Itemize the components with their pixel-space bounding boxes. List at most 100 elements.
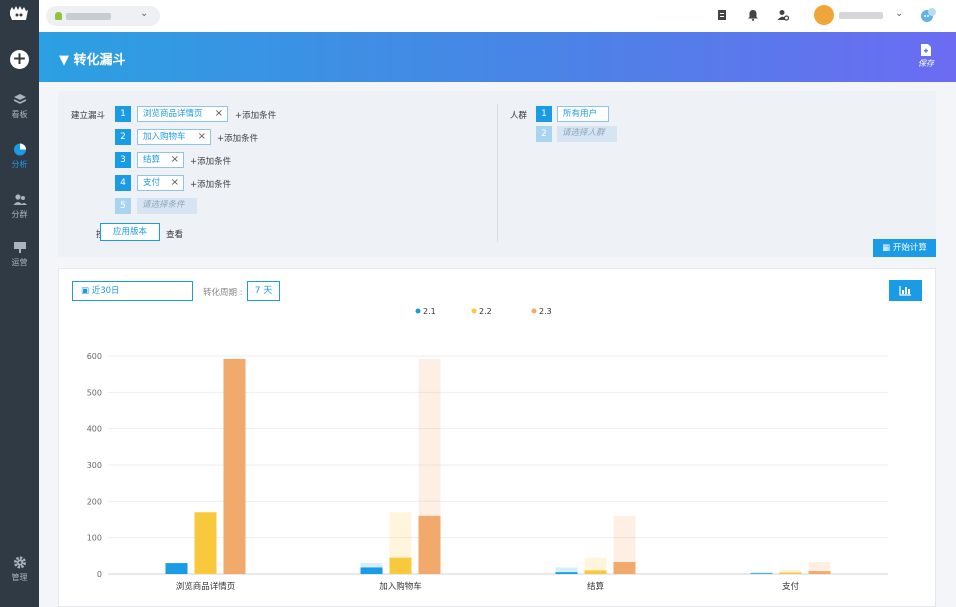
add-condition-link[interactable]: +添加条件 bbox=[235, 109, 276, 121]
sidebar-item-operations[interactable]: 运营 bbox=[0, 241, 39, 268]
funnel-step-tag[interactable]: 浏览商品详情页 × bbox=[137, 106, 228, 122]
legend-label: 2.2 bbox=[479, 307, 492, 316]
android-icon bbox=[55, 12, 62, 20]
funnel-step-tag[interactable]: 支付 × bbox=[137, 175, 184, 191]
page-header: ▼ 转化漏斗 保存 bbox=[39, 32, 956, 82]
legend-label: 2.1 bbox=[423, 307, 436, 316]
funnel-bar-chart: 0 100 200 300 400 500 600 2.1 2.2 2.3 浏览商品详情页 加入购物车… bbox=[87, 307, 888, 592]
chevron-down-icon: ⌄ bbox=[140, 8, 149, 19]
close-icon[interactable]: × bbox=[198, 130, 206, 144]
step-number: 4 bbox=[115, 175, 131, 191]
step-number: 1 bbox=[115, 106, 131, 122]
step-number: 1 bbox=[536, 106, 552, 122]
y-tick-label: 300 bbox=[87, 461, 102, 470]
app-selector[interactable]: ⌄ bbox=[46, 6, 160, 26]
save-button[interactable]: 保存 bbox=[913, 44, 939, 69]
close-icon[interactable]: × bbox=[171, 176, 179, 190]
grid-icon: ▦ bbox=[882, 243, 891, 253]
divider bbox=[497, 104, 498, 242]
billboard-icon bbox=[13, 242, 26, 253]
funnel-label: 建立漏斗 bbox=[71, 111, 106, 121]
step-number: 3 bbox=[115, 152, 131, 168]
legend-marker bbox=[531, 308, 537, 314]
calendar-icon: ▣ bbox=[81, 286, 90, 296]
page-title: ▼ 转化漏斗 bbox=[59, 53, 126, 68]
crowd-select[interactable]: 请选择人群 bbox=[557, 126, 617, 142]
y-tick-label: 0 bbox=[97, 570, 102, 579]
chevron-down-icon[interactable]: ⌄ bbox=[895, 8, 903, 19]
sidebar: + 看板 分析 分群 运营 管理 bbox=[0, 0, 39, 607]
add-condition-link[interactable]: +添加条件 bbox=[190, 155, 231, 167]
save-icon bbox=[921, 44, 931, 56]
step-number: 2 bbox=[115, 129, 131, 145]
bar bbox=[750, 573, 773, 574]
bar bbox=[555, 572, 578, 574]
chat-icon[interactable] bbox=[920, 7, 937, 23]
close-icon[interactable]: × bbox=[215, 107, 223, 121]
bell-icon[interactable] bbox=[747, 9, 759, 21]
x-tick-label: 结算 bbox=[587, 581, 605, 592]
chart-type-button[interactable] bbox=[889, 280, 922, 301]
y-tick-label: 100 bbox=[87, 534, 102, 543]
cycle-input[interactable]: 7 天 bbox=[247, 281, 280, 301]
gear-icon bbox=[13, 556, 26, 569]
sidebar-item-segments[interactable]: 分群 bbox=[0, 193, 39, 220]
bar bbox=[360, 567, 383, 574]
sidebar-item-label: 看板 bbox=[11, 110, 28, 119]
x-tick-label: 加入购物车 bbox=[379, 581, 422, 592]
sidebar-item-label: 管理 bbox=[11, 573, 28, 582]
add-icon[interactable]: + bbox=[10, 50, 29, 69]
logo-icon bbox=[10, 6, 28, 20]
sidebar-item-label: 分群 bbox=[11, 210, 28, 219]
filter-icon: ▼ bbox=[59, 53, 69, 68]
top-bar: ⌄ ⌄ bbox=[39, 0, 956, 32]
cycle-label: 转化周期 : bbox=[203, 288, 243, 298]
legend-marker bbox=[415, 308, 421, 314]
funnel-step-tag[interactable]: 加入购物车 × bbox=[137, 129, 211, 145]
legend-label: 2.3 bbox=[539, 307, 552, 316]
avatar[interactable] bbox=[814, 5, 834, 25]
app-name-redacted bbox=[66, 13, 111, 20]
document-icon[interactable] bbox=[716, 9, 728, 21]
sidebar-item-dashboard[interactable]: 看板 bbox=[0, 93, 39, 120]
view-label: 查看 bbox=[166, 230, 184, 240]
username-redacted bbox=[839, 12, 883, 19]
x-tick-label: 浏览商品详情页 bbox=[176, 581, 236, 592]
y-tick-label: 200 bbox=[87, 497, 102, 506]
bar bbox=[223, 358, 246, 574]
layers-icon bbox=[13, 94, 26, 104]
step-number: 5 bbox=[115, 198, 131, 214]
bar bbox=[418, 515, 441, 574]
bar bbox=[779, 572, 802, 574]
bar bbox=[389, 557, 412, 574]
add-condition-link[interactable]: +添加条件 bbox=[190, 178, 231, 190]
sidebar-item-analysis[interactable]: 分析 bbox=[0, 143, 39, 170]
y-tick-label: 400 bbox=[87, 425, 102, 434]
sidebar-item-admin[interactable]: 管理 bbox=[0, 556, 39, 583]
y-tick-label: 600 bbox=[87, 352, 102, 361]
bar bbox=[613, 562, 636, 574]
date-range-picker[interactable]: ▣ 近30日 bbox=[72, 281, 193, 301]
crowd-label: 人群 bbox=[510, 111, 528, 121]
bar bbox=[808, 571, 831, 574]
bar-chart-icon bbox=[899, 286, 911, 296]
condition-select[interactable]: 请选择条件 bbox=[137, 198, 197, 214]
bar bbox=[584, 570, 607, 574]
sidebar-item-label: 运营 bbox=[11, 258, 28, 267]
crowd-tag[interactable]: 所有用户 bbox=[557, 106, 609, 122]
start-calc-button[interactable]: ▦ 开始计算 bbox=[873, 239, 936, 257]
close-icon[interactable]: × bbox=[171, 153, 179, 167]
add-condition-link[interactable]: +添加条件 bbox=[217, 132, 258, 144]
bar bbox=[194, 512, 217, 574]
bar bbox=[165, 563, 188, 574]
y-tick-label: 500 bbox=[87, 388, 102, 397]
user-settings-icon[interactable] bbox=[777, 9, 789, 21]
funnel-step-tag[interactable]: 结算 × bbox=[137, 152, 184, 168]
legend-marker bbox=[471, 308, 477, 314]
app-version-button[interactable]: 应用版本 bbox=[100, 223, 160, 241]
sidebar-item-label: 分析 bbox=[11, 160, 28, 169]
x-tick-label: 支付 bbox=[782, 581, 800, 592]
pie-chart-icon bbox=[13, 143, 26, 156]
step-number: 2 bbox=[536, 126, 552, 142]
users-icon bbox=[13, 194, 27, 205]
